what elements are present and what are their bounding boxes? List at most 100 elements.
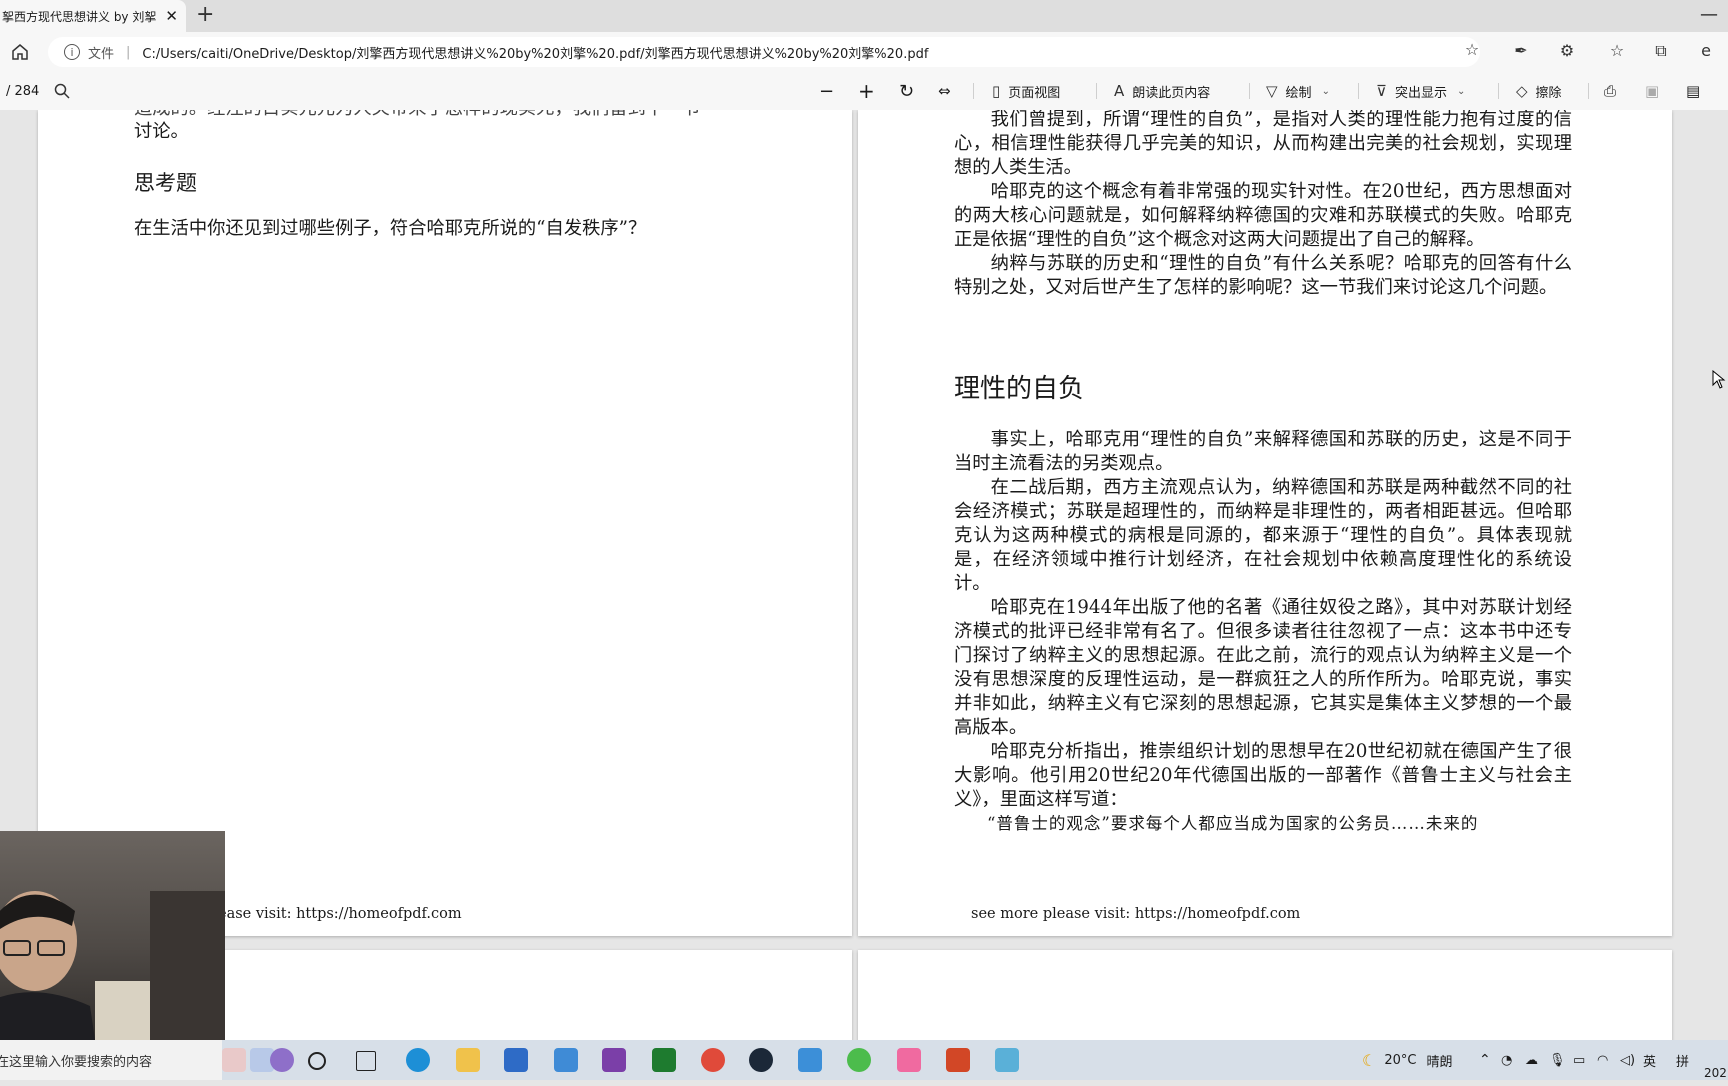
paragraph: 哈耶克分析指出，推崇组织计划的思想早在20世纪初就在德国产生了很大影响。他引用2… bbox=[954, 741, 1572, 810]
clock[interactable]: 202 bbox=[1704, 1040, 1727, 1086]
page-view-icon: ▯ bbox=[992, 82, 1001, 100]
paragraph: 我们曾提到，所谓“理性的自负”，是指对人类的理性能力抱有过度的信心，相信理性能获… bbox=[954, 110, 1572, 178]
search-placeholder: 在这里输入你要搜索的内容 bbox=[0, 1054, 153, 1070]
cortana-icon[interactable] bbox=[308, 1052, 326, 1070]
mail-icon[interactable] bbox=[554, 1048, 578, 1072]
address-bar-row: i 文件 | C:/Users/caiti/OneDrive/Desktop/刘… bbox=[0, 32, 1728, 72]
pdf-toolbar: / 284 − + ↻ ⇔ ▯ 页面视图 A 朗读此页内容 ▽ 绘制 ⌄ ⊽ 突… bbox=[0, 72, 1728, 111]
xbox-icon[interactable] bbox=[652, 1048, 676, 1072]
url-text[interactable]: C:/Users/caiti/OneDrive/Desktop/刘擎西方现代思想… bbox=[142, 43, 928, 62]
store-icon[interactable] bbox=[504, 1048, 528, 1072]
microphone-icon[interactable]: 🎙 bbox=[1549, 1040, 1566, 1080]
edge-browser-icon[interactable] bbox=[406, 1048, 430, 1072]
section-heading: 思考题 bbox=[134, 171, 197, 195]
moon-icon: ☾ bbox=[1362, 1050, 1377, 1070]
info-icon[interactable]: i bbox=[64, 44, 80, 60]
extension-feather-icon[interactable]: ✒ bbox=[1511, 41, 1531, 61]
battery-icon[interactable]: ▭ bbox=[1573, 1040, 1585, 1080]
edge-sidebar-icon[interactable]: e bbox=[1696, 41, 1716, 61]
chrome-icon[interactable] bbox=[701, 1048, 725, 1072]
app-icon[interactable] bbox=[995, 1048, 1019, 1072]
window-minimize-button[interactable]: — bbox=[1700, 4, 1718, 25]
file-explorer-icon[interactable] bbox=[456, 1048, 480, 1072]
highlight-icon: ⊽ bbox=[1376, 82, 1387, 100]
paragraph: 纳粹与苏联的历史和“理性的自负”有什么关系呢？哈耶克的回答有什么特别之处，又对后… bbox=[954, 253, 1572, 298]
volume-icon[interactable]: ◁) bbox=[1620, 1040, 1635, 1080]
page-view-label: 页面视图 bbox=[1008, 85, 1061, 101]
quote-line: “普鲁士的观念”要求每个人都应当成为国家的公务员……未来的 bbox=[987, 814, 1479, 833]
read-aloud-button[interactable]: A 朗读此页内容 bbox=[1114, 72, 1210, 110]
weather-text: 晴朗 bbox=[1426, 1054, 1453, 1070]
favorite-star-add-icon[interactable]: ☆ bbox=[1462, 40, 1482, 60]
task-view-icon[interactable] bbox=[356, 1051, 376, 1071]
pdf-page-left: 造成的。经注的目实元元为人关带来了怎样的现实死，我们留到下一节 讨论。 思考题 … bbox=[38, 110, 852, 936]
mouse-cursor-icon bbox=[1712, 370, 1726, 389]
rotate-icon[interactable]: ↻ bbox=[899, 72, 914, 110]
favorites-icon[interactable]: ☆ bbox=[1607, 41, 1627, 61]
steam-icon[interactable] bbox=[749, 1048, 773, 1072]
erase-button[interactable]: ◇ 擦除 bbox=[1516, 72, 1562, 110]
ime-mode[interactable]: 拼 bbox=[1676, 1040, 1689, 1080]
body-block-top: 我们曾提到，所谓“理性的自负”，是指对人类的理性能力抱有过度的信心，相信理性能获… bbox=[954, 110, 1572, 300]
read-aloud-label: 朗读此页内容 bbox=[1132, 85, 1211, 101]
page-count: / 284 bbox=[6, 83, 40, 99]
chevron-down-icon[interactable]: ⌄ bbox=[1457, 86, 1465, 97]
divider: | bbox=[126, 44, 131, 60]
webcam-overlay bbox=[0, 831, 225, 1040]
wechat-icon[interactable] bbox=[847, 1048, 871, 1072]
app-icon[interactable] bbox=[270, 1048, 294, 1072]
draw-label: 绘制 bbox=[1285, 85, 1312, 101]
print-icon[interactable]: ⎙ bbox=[1604, 72, 1616, 110]
clipboard-app-icon[interactable] bbox=[222, 1048, 246, 1072]
pdf-page-next-right bbox=[858, 950, 1672, 1040]
page-footer: see more please visit: https://homeofpdf… bbox=[971, 906, 1301, 922]
paragraph: 哈耶克在1944年出版了他的名著《通往奴役之路》，其中对苏联计划经济模式的批评已… bbox=[954, 597, 1572, 738]
draw-icon: ▽ bbox=[1266, 82, 1278, 100]
webcam-person-image bbox=[0, 891, 225, 1040]
file-label: 文件 bbox=[88, 46, 115, 62]
body-block-bottom: 事实上，哈耶克用“理性的自负”来解释德国和苏联的历史，这是不同于当时主流看法的另… bbox=[954, 428, 1572, 836]
erase-label: 擦除 bbox=[1535, 85, 1562, 101]
home-icon[interactable] bbox=[10, 42, 30, 62]
tab-strip: 挐西方现代思想讲义 by 刘挐 ✕ + — bbox=[0, 0, 1728, 32]
browser-tab-active[interactable]: 挐西方现代思想讲义 by 刘挐 ✕ bbox=[0, 0, 186, 32]
highlight-button[interactable]: ⊽ 突出显示 ⌄ bbox=[1376, 72, 1465, 110]
read-aloud-icon: A bbox=[1114, 82, 1125, 100]
taskbar: 在这里输入你要搜索的内容 ☾ 20°C 晴朗 ⌃ ◔ ☁ 🎙 ▭ ◠ ◁) 英 … bbox=[0, 1040, 1728, 1080]
draw-button[interactable]: ▽ 绘制 ⌄ bbox=[1266, 72, 1330, 110]
new-tab-button[interactable]: + bbox=[196, 4, 214, 26]
fit-width-icon[interactable]: ⇔ bbox=[938, 72, 951, 110]
translate-app-icon[interactable] bbox=[798, 1048, 822, 1072]
address-bar[interactable]: i 文件 | C:/Users/caiti/OneDrive/Desktop/刘… bbox=[48, 37, 1480, 67]
ime-language[interactable]: 英 bbox=[1643, 1040, 1656, 1080]
podcast-app-icon[interactable] bbox=[602, 1048, 626, 1072]
weather-widget[interactable]: ☾ 20°C 晴朗 bbox=[1362, 1040, 1452, 1080]
collections-icon[interactable]: ⧉ bbox=[1651, 41, 1671, 61]
save-as-icon[interactable]: ▤ bbox=[1686, 72, 1700, 110]
wifi-icon[interactable]: ◠ bbox=[1597, 1040, 1608, 1080]
taskbar-search-box[interactable]: 在这里输入你要搜索的内容 bbox=[0, 1040, 222, 1080]
chevron-down-icon[interactable]: ⌄ bbox=[1322, 86, 1330, 97]
cloud-icon[interactable]: ☁ bbox=[1525, 1040, 1538, 1080]
section-heading: 理性的自负 bbox=[954, 374, 1085, 404]
pdf-search-icon[interactable] bbox=[54, 72, 70, 110]
zoom-out-icon[interactable]: − bbox=[819, 72, 834, 110]
page-view-button[interactable]: ▯ 页面视图 bbox=[992, 72, 1060, 110]
bilibili-icon[interactable] bbox=[897, 1048, 921, 1072]
paragraph: 在二战后期，西方主流观点认为，纳粹德国和苏联是两种截然不同的社会经济模式；苏联是… bbox=[954, 477, 1572, 594]
page-footer: ease visit: https://homeofpdf.com bbox=[218, 906, 462, 922]
paragraph: 事实上，哈耶克用“理性的自负”来解释德国和苏联的历史，这是不同于当时主流看法的另… bbox=[954, 429, 1572, 474]
highlight-label: 突出显示 bbox=[1394, 85, 1447, 101]
powerpoint-icon[interactable] bbox=[946, 1048, 970, 1072]
zoom-in-icon[interactable]: + bbox=[858, 72, 875, 110]
tray-chevron-up-icon[interactable]: ⌃ bbox=[1479, 1040, 1491, 1080]
eraser-icon: ◇ bbox=[1516, 82, 1528, 100]
save-icon[interactable]: ▣ bbox=[1645, 72, 1659, 110]
tray-app-icon[interactable]: ◔ bbox=[1501, 1040, 1512, 1080]
tab-close-icon[interactable]: ✕ bbox=[165, 7, 178, 25]
tab-title: 挐西方现代思想讲义 by 刘挐 bbox=[2, 9, 157, 24]
pdf-viewer[interactable]: 造成的。经注的目实元元为人关带来了怎样的现实死，我们留到下一节 讨论。 思考题 … bbox=[0, 110, 1728, 1040]
extensions-puzzle-icon[interactable]: ⚙ bbox=[1557, 41, 1577, 61]
paragraph: 哈耶克的这个概念有着非常强的现实针对性。在20世纪，西方思想面对的两大核心问题就… bbox=[954, 181, 1572, 250]
body-text: 讨论。 bbox=[134, 121, 189, 142]
